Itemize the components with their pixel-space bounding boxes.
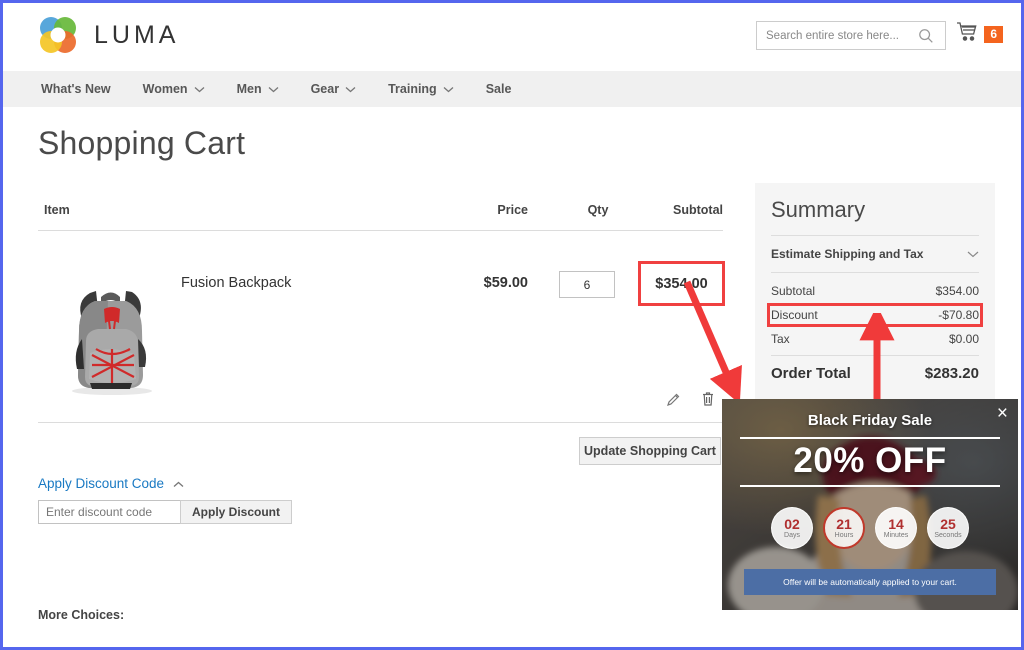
row-actions [666, 391, 715, 412]
countdown-value: 25 [940, 517, 956, 532]
nav-item-gear[interactable]: Gear [311, 82, 357, 96]
nav-item-training[interactable]: Training [388, 82, 454, 96]
quantity-field[interactable] [559, 271, 615, 298]
countdown-seconds: 25 Seconds [927, 507, 969, 549]
order-total-value: $283.20 [925, 365, 979, 382]
browser-page: LUMA 6 [0, 0, 1024, 650]
countdown-unit: Seconds [934, 532, 961, 540]
apply-discount-code-toggle[interactable]: Apply Discount Code [38, 476, 184, 491]
nav-label: Training [388, 82, 437, 96]
nav-item-women[interactable]: Women [143, 82, 205, 96]
column-header-subtotal: Subtotal [638, 203, 723, 217]
discount-code-input[interactable] [38, 500, 180, 524]
chevron-up-icon [173, 476, 184, 491]
popup-title: Black Friday Sale [722, 412, 1018, 429]
summary-totals: Subtotal $354.00 Discount -$70.80 Tax $0… [771, 273, 979, 382]
countdown-hours: 21 Hours [823, 507, 865, 549]
order-total-row: Order Total $283.20 [771, 356, 979, 382]
shopping-cart-icon[interactable] [956, 21, 980, 47]
nav-item-sale[interactable]: Sale [486, 82, 512, 96]
countdown-days: 02 Days [771, 507, 813, 549]
cart-table: Item Price Qty Subtotal [38, 203, 723, 423]
countdown-timer: 02 Days 21 Hours 14 Minutes 25 Seconds [722, 507, 1018, 549]
column-header-qty: Qty [558, 203, 638, 217]
nav-item-whats-new[interactable]: What's New [41, 82, 111, 96]
summary-line-subtotal: Subtotal $354.00 [771, 279, 979, 303]
search-icon[interactable] [917, 27, 935, 45]
estimate-shipping-and-tax-toggle[interactable]: Estimate Shipping and Tax [771, 235, 979, 273]
quantity-input[interactable] [560, 272, 614, 297]
subtotal-highlight-box: $354.00 [638, 261, 725, 306]
black-friday-popup: × Black Friday Sale 20% OFF 02 Days 21 H… [722, 399, 1018, 610]
popup-divider-bottom [740, 485, 1000, 487]
summary-line-value: $0.00 [949, 332, 979, 346]
countdown-unit: Days [784, 532, 800, 540]
order-summary-panel: Summary Estimate Shipping and Tax Subtot… [755, 183, 995, 401]
trash-icon[interactable] [701, 391, 715, 412]
cart-link[interactable]: 6 [956, 21, 1003, 47]
countdown-unit: Minutes [884, 532, 909, 540]
nav-label: Women [143, 82, 188, 96]
countdown-value: 14 [888, 517, 904, 532]
summary-line-label: Tax [771, 332, 790, 346]
chevron-down-icon [268, 86, 279, 93]
summary-line-discount: Discount -$70.80 [767, 303, 983, 327]
chevron-down-icon [194, 86, 205, 93]
summary-line-label: Subtotal [771, 284, 815, 298]
summary-line-label: Discount [771, 308, 818, 322]
popup-banner: Offer will be automatically applied to y… [744, 569, 996, 595]
logo-text: LUMA [94, 21, 179, 50]
fusion-backpack-photo[interactable] [46, 279, 176, 397]
nav-label: Gear [311, 82, 340, 96]
popup-divider-top [740, 437, 1000, 439]
site-header: LUMA 6 [3, 3, 1021, 69]
nav-item-men[interactable]: Men [237, 82, 279, 96]
discount-form: Apply Discount [38, 500, 292, 524]
order-total-label: Order Total [771, 365, 851, 382]
nav-label: Men [237, 82, 262, 96]
pencil-icon[interactable] [666, 392, 681, 412]
chevron-down-icon [345, 86, 356, 93]
popup-offer-text: 20% OFF [722, 441, 1018, 481]
more-choices-label: More Choices: [38, 608, 124, 622]
table-row: Fusion Backpack $59.00 $354.00 [38, 231, 723, 423]
summary-title: Summary [771, 197, 979, 235]
search-input[interactable] [757, 22, 917, 49]
countdown-value: 02 [784, 517, 800, 532]
page-title: Shopping Cart [38, 125, 245, 162]
site-logo[interactable]: LUMA [36, 13, 179, 57]
cart-table-header: Item Price Qty Subtotal [38, 203, 723, 231]
countdown-value: 21 [836, 517, 852, 532]
countdown-minutes: 14 Minutes [875, 507, 917, 549]
apply-discount-button[interactable]: Apply Discount [180, 500, 292, 524]
nav-label: Sale [486, 82, 512, 96]
product-subtotal: $354.00 [655, 276, 707, 292]
chevron-down-icon [443, 86, 454, 93]
search-box[interactable] [756, 21, 946, 50]
nav-label: What's New [41, 82, 111, 96]
apply-discount-code-label: Apply Discount Code [38, 476, 164, 491]
estimate-shipping-label: Estimate Shipping and Tax [771, 247, 923, 261]
cart-count-badge: 6 [984, 26, 1003, 43]
chevron-down-icon[interactable] [967, 245, 979, 263]
summary-line-value: $354.00 [936, 284, 979, 298]
countdown-unit: Hours [835, 532, 854, 540]
update-shopping-cart-button[interactable]: Update Shopping Cart [579, 437, 721, 465]
product-price: $59.00 [438, 275, 528, 291]
summary-line-value: -$70.80 [938, 308, 979, 322]
column-header-price: Price [438, 203, 528, 217]
main-navigation: What's New Women Men Gear Training [3, 71, 1021, 107]
product-name[interactable]: Fusion Backpack [181, 275, 291, 291]
column-header-item: Item [44, 203, 70, 217]
summary-line-tax: Tax $0.00 [771, 327, 979, 351]
luma-ring-logo-icon [36, 13, 80, 57]
